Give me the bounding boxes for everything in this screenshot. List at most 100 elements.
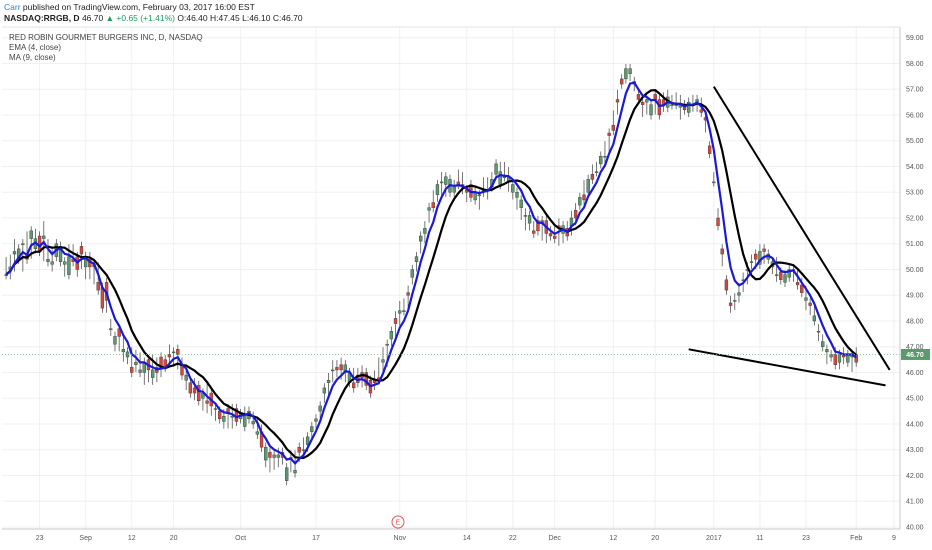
candle bbox=[398, 300, 402, 326]
candle bbox=[712, 172, 716, 187]
candle bbox=[197, 380, 201, 406]
candle bbox=[821, 334, 825, 352]
candle bbox=[728, 295, 733, 313]
candle bbox=[272, 450, 276, 470]
y-tick-label: 57.00 bbox=[906, 87, 924, 94]
y-tick-label: 43.00 bbox=[906, 447, 924, 454]
candle bbox=[481, 177, 486, 197]
candle bbox=[268, 447, 272, 473]
candle bbox=[322, 383, 327, 403]
candle bbox=[125, 347, 130, 365]
y-tick-label: 53.00 bbox=[906, 190, 924, 197]
candle bbox=[707, 141, 712, 159]
x-tick-label: 12 bbox=[609, 535, 617, 542]
x-tick-label: Sep bbox=[79, 535, 92, 542]
candle bbox=[285, 463, 289, 486]
candle bbox=[532, 221, 536, 239]
legend-title: RED ROBIN GOURMET BURGERS INC, D, NASDAQ bbox=[9, 33, 203, 42]
candle bbox=[159, 352, 163, 378]
candle bbox=[234, 403, 239, 427]
legend-ema[interactable]: EMA (4, close) bbox=[9, 43, 61, 52]
candle bbox=[749, 254, 754, 269]
candle bbox=[427, 203, 431, 223]
y-tick-label: 58.00 bbox=[906, 61, 924, 68]
candle bbox=[163, 354, 167, 372]
last-price-tag: 46.70 bbox=[901, 348, 930, 360]
candle bbox=[523, 208, 528, 231]
candle bbox=[544, 215, 548, 244]
candle bbox=[758, 244, 762, 269]
candle bbox=[452, 179, 456, 197]
candle bbox=[264, 442, 268, 468]
candle bbox=[808, 298, 812, 316]
candle bbox=[25, 231, 29, 264]
candle bbox=[762, 244, 766, 264]
candle bbox=[33, 228, 38, 254]
y-tick-label: 45.00 bbox=[906, 396, 924, 403]
ma-line bbox=[5, 88, 857, 460]
candle bbox=[134, 349, 138, 372]
candle bbox=[71, 244, 75, 267]
candle bbox=[251, 411, 255, 429]
publish-line: Carr published on TradingView.com, Febru… bbox=[4, 2, 255, 12]
trendlines[interactable] bbox=[688, 86, 891, 387]
candle bbox=[561, 221, 565, 244]
publish-info: published on TradingView.com, February 0… bbox=[22, 2, 255, 12]
candle bbox=[620, 74, 624, 89]
chart-header: Carr published on TradingView.com, Febru… bbox=[0, 0, 932, 24]
x-tick-label: 20 bbox=[170, 535, 178, 542]
y-tick-label: 56.00 bbox=[906, 112, 924, 119]
candle bbox=[121, 336, 126, 362]
x-tick-label: 11 bbox=[756, 535, 763, 542]
y-tick-label: 42.00 bbox=[906, 473, 924, 480]
candle bbox=[657, 94, 662, 120]
x-tick-label: 22 bbox=[509, 535, 517, 542]
candle bbox=[79, 241, 84, 269]
candle bbox=[594, 161, 599, 177]
candle bbox=[590, 164, 595, 184]
legend-ma[interactable]: MA (9, close) bbox=[9, 53, 56, 62]
candle bbox=[419, 231, 423, 254]
x-tick-label: Nov bbox=[394, 535, 407, 542]
author-link[interactable]: Carr bbox=[4, 2, 21, 12]
candle bbox=[502, 161, 507, 182]
x-tick-label: 20 bbox=[651, 535, 659, 542]
candle bbox=[402, 298, 406, 316]
candle bbox=[88, 251, 92, 280]
trendline[interactable] bbox=[712, 86, 891, 371]
up-arrow-icon: ▲ bbox=[105, 13, 115, 23]
y-tick-label: 49.00 bbox=[906, 293, 924, 300]
candle bbox=[8, 254, 12, 280]
y-tick-label: 50.00 bbox=[906, 267, 924, 274]
y-tick-label: 41.00 bbox=[906, 499, 924, 506]
price-chart[interactable]: 40.0041.0042.0043.0044.0045.0046.0047.00… bbox=[0, 24, 932, 550]
y-tick-label: 48.00 bbox=[906, 318, 924, 325]
candle bbox=[331, 360, 335, 383]
candle bbox=[46, 239, 50, 267]
candle bbox=[687, 97, 691, 118]
price-axis[interactable]: 40.0041.0042.0043.0044.0045.0046.0047.00… bbox=[906, 35, 924, 531]
candle bbox=[519, 195, 523, 221]
candle bbox=[716, 208, 720, 231]
candle bbox=[611, 110, 615, 136]
candle bbox=[649, 100, 653, 120]
candle bbox=[720, 244, 724, 267]
candle bbox=[364, 367, 368, 391]
y-tick-label: 59.00 bbox=[906, 35, 924, 42]
candle bbox=[243, 406, 247, 432]
candle bbox=[113, 331, 117, 352]
x-tick-label: 23 bbox=[802, 535, 810, 542]
grid bbox=[2, 27, 900, 529]
x-tick-label: 12 bbox=[128, 535, 136, 542]
candle bbox=[511, 179, 515, 200]
quote-line: NASDAQ:RRGB, D 46.70 ▲ +0.65 (+1.41%) O:… bbox=[4, 13, 303, 23]
earnings-marker[interactable]: E bbox=[391, 515, 405, 529]
candle bbox=[21, 239, 25, 272]
time-axis[interactable]: 23 Sep 12 20 Oct 17 Nov 14 22 Dec 12 20 2017 11 23 Feb 9 bbox=[36, 535, 896, 542]
x-tick-label: 23 bbox=[36, 535, 44, 542]
x-tick-label: 17 bbox=[312, 535, 320, 542]
last-price: 46.70 bbox=[81, 13, 104, 23]
candle bbox=[4, 257, 8, 280]
candle bbox=[615, 89, 620, 115]
ema-line bbox=[5, 81, 857, 466]
